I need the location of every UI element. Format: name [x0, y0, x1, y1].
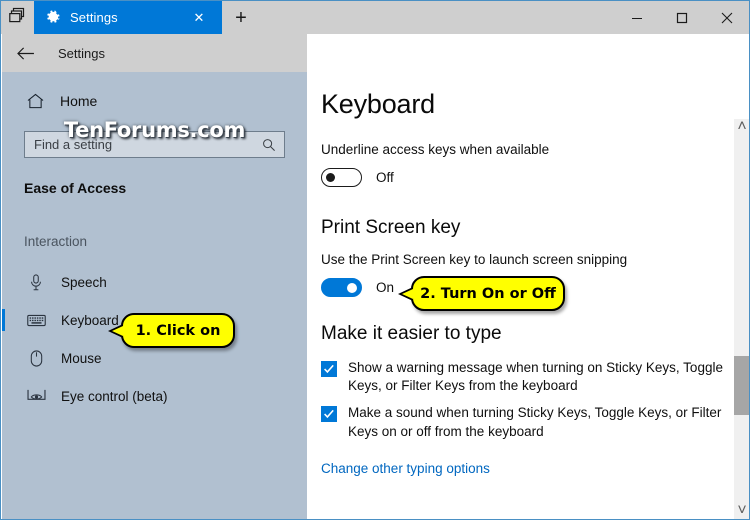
checkbox-label: Make a sound when turning Sticky Keys, T… [348, 405, 722, 439]
search-area: Find a setting TenForums.com [24, 118, 285, 158]
tab-title: Settings [70, 10, 118, 25]
print-screen-toggle[interactable] [321, 278, 362, 297]
tab-close-button[interactable]: ✕ [186, 1, 212, 34]
maximize-button[interactable] [659, 1, 704, 34]
gear-icon [44, 9, 62, 27]
mouse-icon [24, 349, 48, 367]
checkbox-row-sticky-warning[interactable]: Show a warning message when turning on S… [321, 359, 736, 395]
search-icon [254, 138, 284, 152]
print-screen-label: Use the Print Screen key to launch scree… [321, 252, 628, 267]
search-input[interactable]: Find a setting [24, 131, 285, 158]
scrollbar-thumb[interactable] [734, 355, 749, 415]
home-icon [24, 93, 46, 109]
minimize-button[interactable] [614, 1, 659, 34]
callout-click-on: 1. Click on [108, 313, 235, 348]
sidebar-item-home[interactable]: Home [2, 84, 307, 118]
print-screen-state: On [376, 280, 395, 295]
underline-access-keys-toggle[interactable] [321, 168, 362, 187]
microphone-icon [24, 273, 48, 291]
change-other-typing-options-link[interactable]: Change other typing options [321, 461, 749, 476]
close-button[interactable] [704, 1, 749, 34]
scroll-down-arrow-icon[interactable]: ˅ [734, 502, 749, 519]
settings-window: Settings ✕ + Settings Home Find a settin… [0, 0, 750, 520]
toggle-knob [347, 282, 357, 293]
tab-list-button[interactable] [1, 1, 34, 34]
sidebar-item-label: Speech [61, 274, 107, 290]
checkbox-row-sticky-sound[interactable]: Make a sound when turning Sticky Keys, T… [321, 404, 736, 440]
header-bar: Settings [2, 34, 307, 72]
toggle-knob [326, 173, 335, 182]
underline-access-keys-state: Off [376, 170, 394, 185]
sidebar-item-label: Eye control (beta) [61, 388, 168, 404]
callout-turn-on-or-off: 2. Turn On or Off [398, 276, 565, 311]
tab-list-icon [9, 7, 26, 29]
easier-to-type-heading: Make it easier to type [321, 323, 502, 344]
sidebar-item-eye-control[interactable]: Eye control (beta) [2, 377, 307, 415]
callout-text: 1. Click on [135, 322, 221, 339]
header-title: Settings [58, 45, 105, 61]
eye-control-icon [24, 388, 48, 404]
header-bar-right [307, 34, 749, 72]
print-screen-heading: Print Screen key [321, 217, 461, 238]
callout-tail [108, 323, 123, 338]
tab-strip: Settings ✕ + [1, 1, 749, 34]
search-placeholder: Find a setting [34, 137, 113, 152]
sidebar-item-label: Mouse [61, 350, 102, 366]
checkbox-checked-icon[interactable] [321, 406, 337, 423]
new-tab-button[interactable]: + [222, 1, 260, 34]
underline-access-keys-label: Underline access keys when available [321, 142, 550, 157]
content-scrollbar[interactable]: ˄ ˅ [734, 118, 749, 519]
scroll-up-arrow-icon[interactable]: ˄ [734, 118, 749, 135]
sidebar-item-speech[interactable]: Speech [2, 263, 307, 301]
keyboard-icon [24, 314, 48, 327]
checkbox-label: Show a warning message when turning on S… [348, 360, 723, 394]
sidebar-group-label: Interaction [24, 234, 88, 249]
page-title: Keyboard [321, 89, 435, 119]
back-button[interactable] [2, 34, 48, 72]
sidebar-home-label: Home [60, 93, 98, 109]
scrollbar-track[interactable] [734, 135, 749, 503]
window-controls [614, 1, 749, 34]
tab-strip-empty-area [260, 1, 614, 34]
callout-text: 2. Turn On or Off [420, 285, 556, 302]
sidebar: Home Find a setting TenForums.com Ease o… [2, 72, 307, 519]
tab-settings[interactable]: Settings ✕ [34, 1, 222, 34]
callout-tail [398, 286, 413, 301]
sidebar-category-title: Ease of Access [24, 180, 127, 196]
underline-access-keys-row: Off [321, 168, 749, 187]
checkbox-checked-icon[interactable] [321, 361, 337, 377]
